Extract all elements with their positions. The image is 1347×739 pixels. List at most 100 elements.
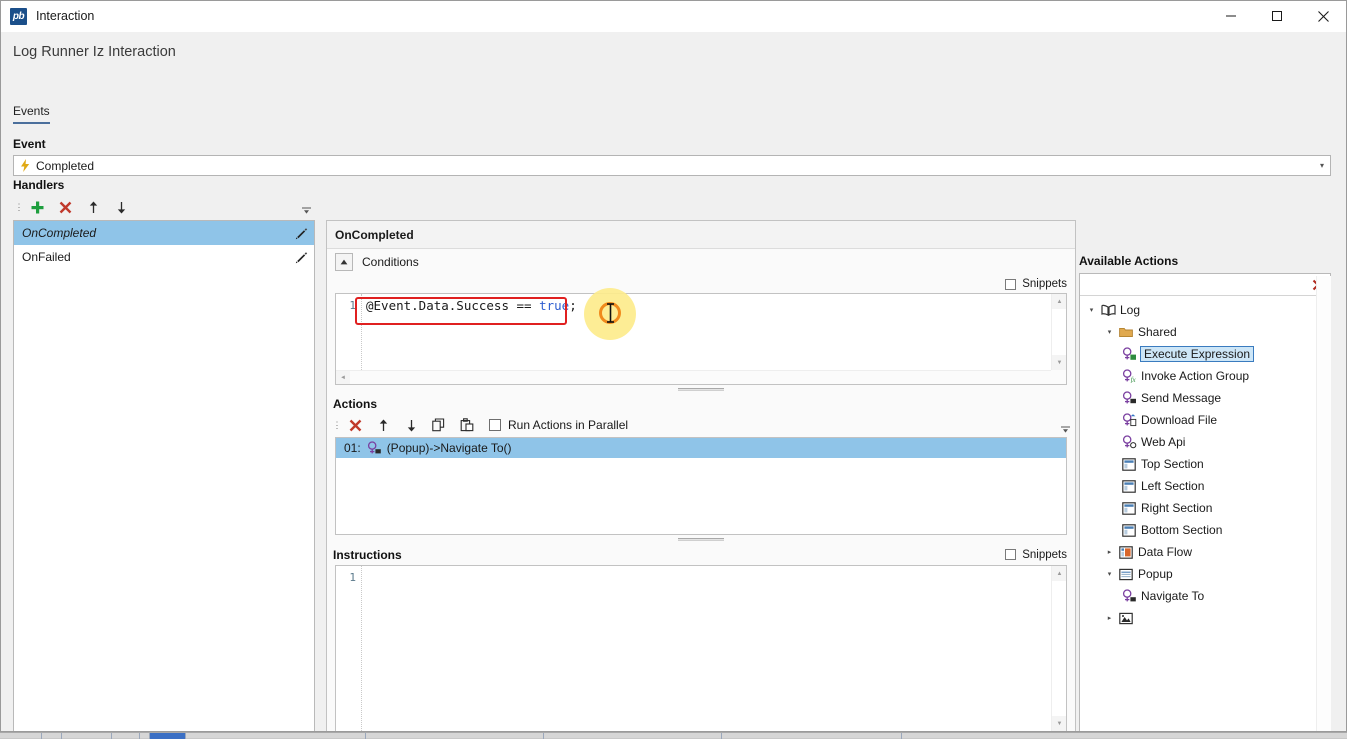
expand-twisty-icon[interactable]: ▾ [1102,328,1117,336]
actions-toolbar-grip[interactable]: ⋮ [333,415,341,436]
tree-node-label: Invoke Action Group [1141,369,1249,383]
tree-node-invoke-action-group[interactable]: fx Invoke Action Group [1080,365,1330,387]
run-parallel-checkbox[interactable] [489,419,501,431]
delete-handler-button[interactable] [51,197,79,218]
collapse-conditions-button[interactable] [335,253,353,271]
taskbar [0,732,1347,738]
tree-node-label: Right Section [1141,501,1212,515]
tree-node-execute-expression[interactable]: Execute Expression [1080,343,1330,365]
taskbar-segment[interactable] [366,733,544,739]
taskbar-segment[interactable] [42,733,62,739]
expand-twisty-icon[interactable]: ▸ [1102,614,1117,622]
arrow-up-icon [88,201,99,214]
expand-twisty-icon[interactable]: ▸ [1102,548,1117,556]
tree-node-top-section[interactable]: Top Section [1080,453,1330,475]
close-button[interactable] [1300,1,1346,32]
tree-node-shared[interactable]: ▾ Shared [1080,321,1330,343]
scroll-left-icon[interactable]: ◄ [336,371,350,385]
dataflow-icon [1117,546,1135,559]
taskbar-segment[interactable] [112,733,140,739]
tree-node-bottom-section[interactable]: Bottom Section [1080,519,1330,541]
tab-events[interactable]: Events [13,104,50,124]
conditions-vertical-scrollbar[interactable]: ▲ ▼ [1051,294,1066,370]
taskbar-segment[interactable] [0,733,42,739]
add-handler-button[interactable] [23,197,51,218]
action-index: 01: [344,441,361,455]
tree-node-log[interactable]: ▾ Log [1080,299,1330,321]
conditions-actions-splitter[interactable] [327,385,1075,394]
taskbar-segment[interactable] [62,733,112,739]
actions-instructions-splitter[interactable] [327,535,1075,544]
tree-node-popup[interactable]: ▾ Popup [1080,563,1330,585]
delete-action-button[interactable] [341,415,369,436]
window-title: Interaction [36,9,94,23]
chevron-down-icon: ▾ [1320,161,1324,170]
tree-node-label: Left Section [1141,479,1204,493]
tree-node-send-message[interactable]: Send Message [1080,387,1330,409]
handlers-toolbar-overflow[interactable] [299,197,313,217]
handler-label: OnFailed [22,250,71,264]
svg-text:fx: fx [1130,376,1136,383]
minimize-icon [1225,10,1237,22]
x-icon [349,419,362,432]
expand-twisty-icon[interactable]: ▾ [1084,306,1099,314]
tree-node-download-file[interactable]: Download File [1080,409,1330,431]
actions-toolbar-overflow[interactable] [1060,415,1071,435]
actions-label: Actions [327,394,1075,413]
title-bar: pb Interaction [1,1,1346,32]
tree-node-left-section[interactable]: Left Section [1080,475,1330,497]
action-item[interactable]: 01: (Popup)->Navigate To() [336,438,1066,458]
instructions-vertical-scrollbar[interactable]: ▲ ▼ [1051,566,1066,731]
available-actions-tree[interactable]: ▾ Log ▾ [1080,296,1330,731]
instructions-snippets-checkbox[interactable] [1005,549,1016,560]
edit-handler-icon[interactable] [292,224,310,242]
taskbar-segment[interactable] [544,733,722,739]
tree-node-right-section[interactable]: Right Section [1080,497,1330,519]
handler-item-oncompleted[interactable]: OnCompleted [14,221,314,245]
taskbar-active-item[interactable] [150,733,186,739]
event-dropdown[interactable]: Completed ▾ [13,155,1331,176]
minimize-button[interactable] [1208,1,1254,32]
expand-twisty-icon[interactable]: ▾ [1102,570,1117,578]
folder-icon [1117,326,1135,338]
move-handler-down-button[interactable] [107,197,135,218]
taskbar-segment[interactable] [722,733,902,739]
move-action-up-button[interactable] [369,415,397,436]
close-icon [1317,10,1330,23]
available-actions-search-input[interactable] [1080,277,1306,293]
toolbar-grip[interactable]: ⋮ [15,197,23,218]
conditions-code-editor[interactable]: 1 @Event.Data.Success == true; ▲ ▼ ◄ [335,293,1067,385]
scroll-up-icon[interactable]: ▲ [1052,294,1067,309]
taskbar-segment[interactable] [140,733,150,739]
instructions-header-row: Instructions Snippets [327,544,1075,565]
move-action-down-button[interactable] [397,415,425,436]
conditions-snippets-label: Snippets [1022,278,1067,290]
conditions-snippets-checkbox[interactable] [1005,279,1016,290]
scroll-up-icon[interactable]: ▲ [1052,566,1067,581]
handler-item-onfailed[interactable]: OnFailed [14,245,314,269]
taskbar-segment[interactable] [186,733,366,739]
event-label: Event [13,137,46,151]
available-actions-scrollbar[interactable] [1316,276,1331,731]
tree-node-label: Web Api [1141,435,1185,449]
paste-action-button[interactable] [453,415,481,436]
action-icon [1120,347,1138,361]
actions-list[interactable]: 01: (Popup)->Navigate To() [335,437,1067,535]
instructions-code-editor[interactable]: 1 ▲ ▼ ◄ [335,565,1067,731]
edit-handler-icon[interactable] [292,248,310,266]
tree-node-navigate-to[interactable]: Navigate To [1080,585,1330,607]
scroll-down-icon[interactable]: ▼ [1052,355,1067,370]
book-icon [1099,304,1117,316]
tree-node-image[interactable]: ▸ [1080,607,1330,629]
interaction-window: pb Interaction Log Runner Iz Interaction… [0,0,1347,732]
section-icon [1120,458,1138,471]
maximize-button[interactable] [1254,1,1300,32]
scroll-down-icon[interactable]: ▼ [1052,716,1067,731]
move-handler-up-button[interactable] [79,197,107,218]
conditions-horizontal-scrollbar[interactable]: ◄ [336,370,1051,384]
tree-node-web-api[interactable]: Web Api [1080,431,1330,453]
tree-node-data-flow[interactable]: ▸ Data Flow [1080,541,1330,563]
section-icon [1120,524,1138,537]
copy-action-button[interactable] [425,415,453,436]
handlers-list[interactable]: OnCompleted OnFailed [13,220,315,731]
